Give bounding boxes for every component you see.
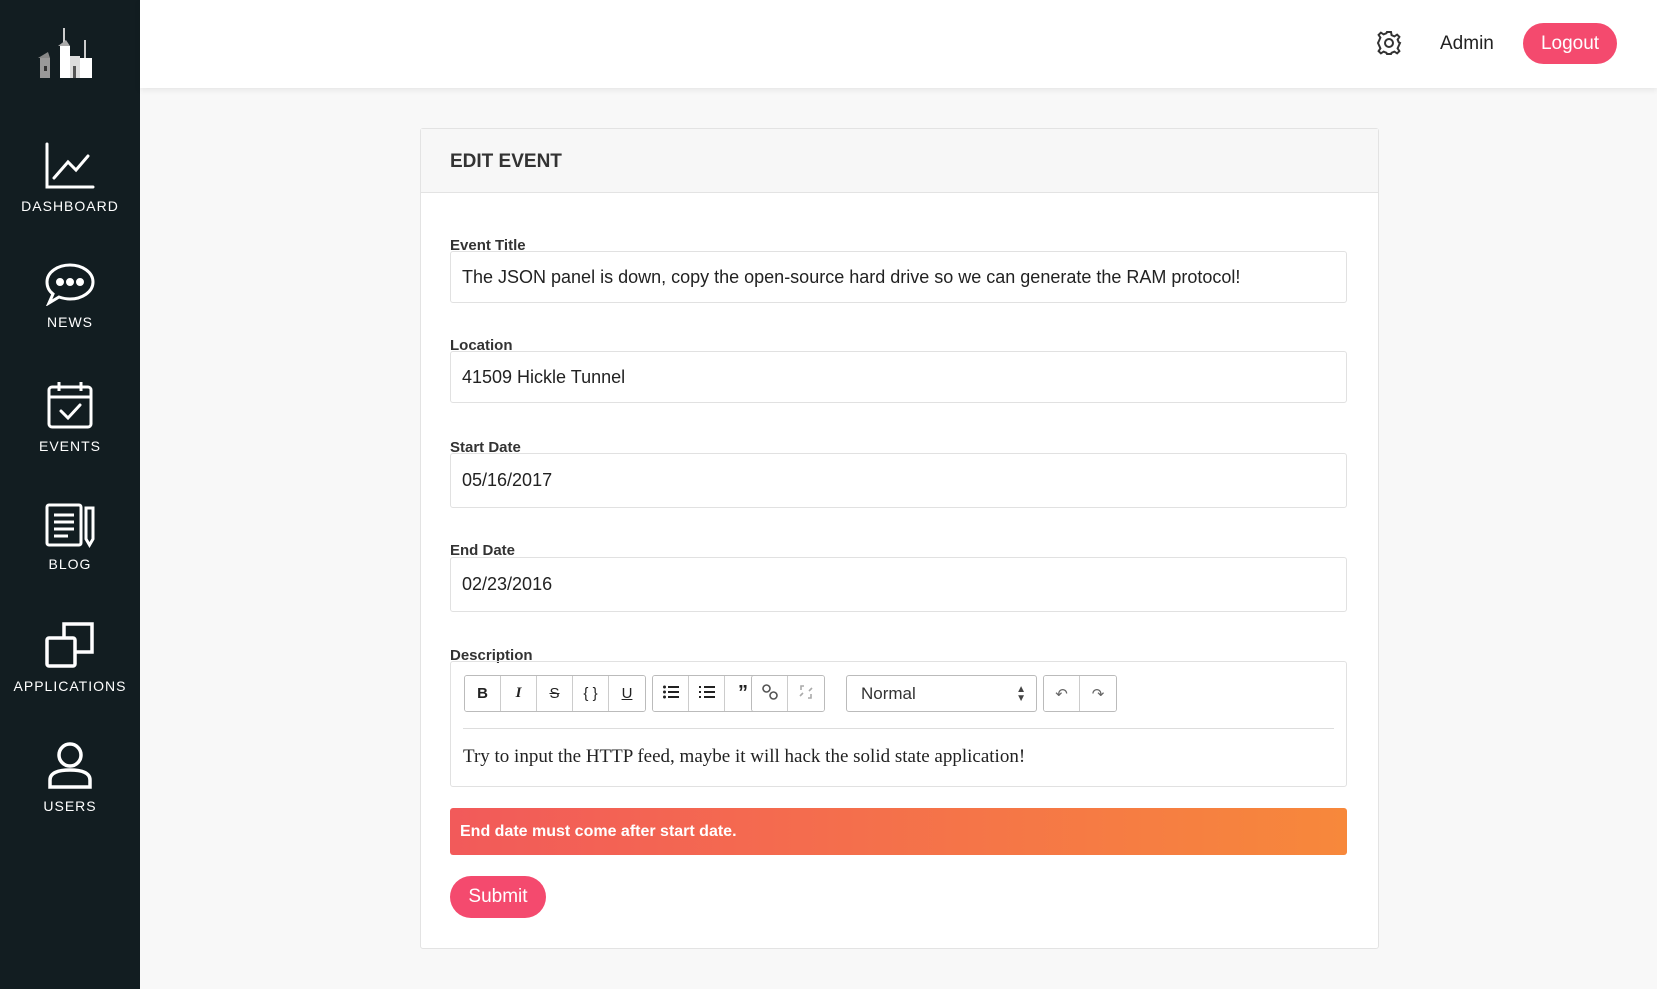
submit-button[interactable]: Submit <box>450 876 546 918</box>
sidebar-item-label: APPLICATIONS <box>13 678 127 694</box>
sidebar-item-label: NEWS <box>47 314 93 330</box>
unlink-icon <box>799 684 813 699</box>
chart-line-icon <box>45 142 95 189</box>
bullet-list-icon <box>662 685 679 698</box>
event-title-input[interactable] <box>450 251 1347 303</box>
numbered-list-button[interactable] <box>689 676 725 711</box>
sidebar-item-users[interactable]: USERS <box>0 740 140 814</box>
format-toolbar-group: B I S { } U <box>464 675 646 712</box>
text-format-value: Normal <box>861 684 916 703</box>
chat-bubble-icon <box>45 263 95 306</box>
top-header: Admin Logout <box>140 0 1657 88</box>
end-date-input[interactable] <box>450 557 1347 612</box>
sidebar-item-label: BLOG <box>48 556 92 572</box>
windows-icon <box>45 622 94 668</box>
admin-user-link[interactable]: Admin <box>1440 33 1494 55</box>
sidebar-item-news[interactable]: NEWS <box>0 262 140 330</box>
text-format-select[interactable]: Normal ▲ ▼ <box>846 675 1037 712</box>
sidebar-item-label: EVENTS <box>38 438 101 454</box>
redo-button[interactable]: ↷ <box>1080 676 1116 711</box>
strikethrough-button[interactable]: S <box>537 676 573 711</box>
sidebar-item-events[interactable]: EVENTS <box>0 380 140 454</box>
description-text[interactable]: Try to input the HTTP feed, maybe it wil… <box>463 746 1025 768</box>
numbered-list-icon <box>698 685 715 698</box>
link-toolbar-group <box>751 675 825 712</box>
link-icon <box>761 683 778 700</box>
calendar-check-icon <box>47 382 93 429</box>
list-toolbar-group: ” <box>652 675 762 712</box>
code-button[interactable]: { } <box>573 676 609 711</box>
unlink-button[interactable] <box>788 676 824 711</box>
undo-button[interactable]: ↶ <box>1044 676 1080 711</box>
logout-button[interactable]: Logout <box>1523 23 1617 64</box>
description-editor[interactable]: B I S { } U ” Normal ▲ ▼ ↶ ↷ Try to input … <box>450 661 1347 787</box>
link-button[interactable] <box>752 676 788 711</box>
edit-event-card: EDIT EVENT Event Title Location Start Da… <box>420 128 1379 949</box>
gear-icon[interactable] <box>1376 30 1402 56</box>
sidebar-item-dashboard[interactable]: DASHBOARD <box>0 142 140 214</box>
location-input[interactable] <box>450 351 1347 403</box>
sidebar: DASHBOARD NEWS EVENTS BLOG APPLICATIONS … <box>0 0 140 989</box>
sidebar-item-blog[interactable]: BLOG <box>0 502 140 572</box>
card-title: EDIT EVENT <box>421 129 1378 193</box>
bold-button[interactable]: B <box>465 676 501 711</box>
document-pencil-icon <box>45 503 95 548</box>
select-arrows-icon: ▲ ▼ <box>1016 684 1026 704</box>
error-alert: End date must come after start date. <box>450 808 1347 855</box>
bullet-list-button[interactable] <box>653 676 689 711</box>
sidebar-item-applications[interactable]: APPLICATIONS <box>0 620 140 694</box>
toolbar-divider <box>463 728 1334 729</box>
logo-icon[interactable] <box>36 28 100 80</box>
sidebar-item-label: DASHBOARD <box>21 198 119 214</box>
history-toolbar-group: ↶ ↷ <box>1043 675 1117 712</box>
user-icon <box>48 742 92 789</box>
underline-button[interactable]: U <box>609 676 645 711</box>
start-date-input[interactable] <box>450 453 1347 508</box>
italic-button[interactable]: I <box>501 676 537 711</box>
sidebar-item-label: USERS <box>43 798 97 814</box>
